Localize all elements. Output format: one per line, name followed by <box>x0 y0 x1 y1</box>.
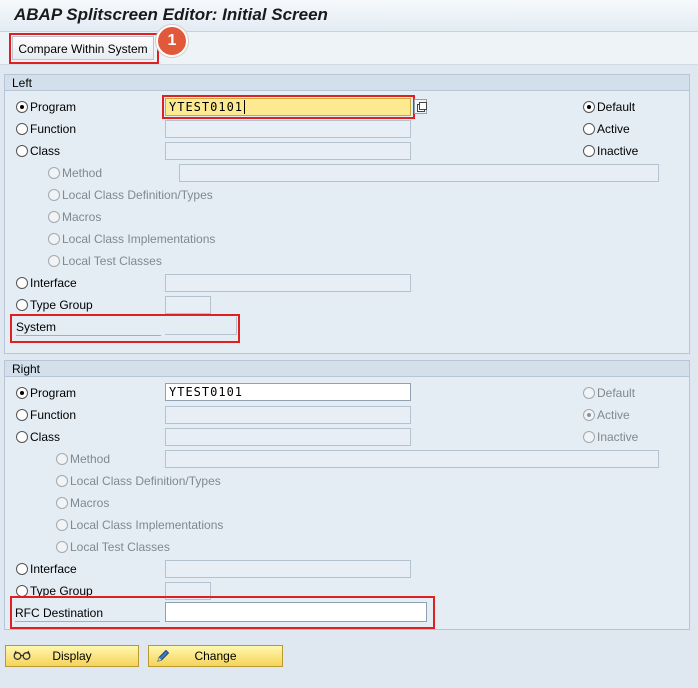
pencil-icon <box>156 649 170 666</box>
left-function-input[interactable] <box>165 120 411 138</box>
right-default-radio[interactable] <box>583 387 595 399</box>
left-interface-radio[interactable] <box>16 277 28 289</box>
left-method-input[interactable] <box>179 164 659 182</box>
left-group: Left Program YTEST0101 Default Active In… <box>4 74 690 354</box>
right-interface-input[interactable] <box>165 560 411 578</box>
left-local-def-label: Local Class Definition/Types <box>62 188 213 202</box>
right-program-label: Program <box>30 386 77 400</box>
left-inactive-label: Inactive <box>597 144 639 158</box>
right-program-input[interactable]: YTEST0101 <box>165 383 411 401</box>
right-local-impl-label: Local Class Implementations <box>70 518 224 532</box>
left-macros-radio[interactable] <box>48 211 60 223</box>
glasses-icon <box>13 649 31 664</box>
right-default-label: Default <box>597 386 636 400</box>
right-macros-label: Macros <box>70 496 110 510</box>
right-macros-radio[interactable] <box>56 497 68 509</box>
left-method-label: Method <box>62 166 103 180</box>
left-group-heading: Left <box>5 75 689 91</box>
right-local-def-label: Local Class Definition/Types <box>70 474 221 488</box>
page-title: ABAP Splitscreen Editor: Initial Screen <box>14 5 328 24</box>
right-function-label: Function <box>30 408 77 422</box>
left-macros-label: Macros <box>62 210 102 224</box>
left-program-label: Program <box>30 100 77 114</box>
left-default-label: Default <box>597 100 636 114</box>
left-type-group-label: Type Group <box>30 298 93 312</box>
compare-button-highlight <box>9 33 159 64</box>
display-button[interactable]: Display <box>5 645 139 667</box>
left-active-radio[interactable] <box>583 123 595 135</box>
left-local-impl-radio[interactable] <box>48 233 60 245</box>
right-class-radio[interactable] <box>16 431 28 443</box>
right-local-test-label: Local Test Classes <box>70 540 170 554</box>
left-active-label: Active <box>597 122 630 136</box>
left-local-test-radio[interactable] <box>48 255 60 267</box>
right-method-label: Method <box>70 452 111 466</box>
right-method-input[interactable] <box>165 450 659 468</box>
right-active-label: Active <box>597 408 630 422</box>
system-highlight <box>10 314 240 343</box>
right-inactive-label: Inactive <box>597 430 639 444</box>
value-help-icon[interactable] <box>414 99 427 114</box>
right-class-input[interactable] <box>165 428 411 446</box>
change-button-label: Change <box>194 649 237 663</box>
left-local-test-label: Local Test Classes <box>62 254 162 268</box>
right-group: Right Program YTEST0101 Default Active I… <box>4 360 690 630</box>
left-inactive-radio[interactable] <box>583 145 595 157</box>
left-function-radio[interactable] <box>16 123 28 135</box>
right-interface-radio[interactable] <box>16 563 28 575</box>
right-function-radio[interactable] <box>16 409 28 421</box>
right-inactive-radio[interactable] <box>583 431 595 443</box>
right-class-label: Class <box>30 430 61 444</box>
left-class-input[interactable] <box>165 142 411 160</box>
left-method-radio[interactable] <box>48 167 60 179</box>
rfc-destination-highlight <box>10 596 435 629</box>
right-group-heading: Right <box>5 361 689 377</box>
left-program-radio[interactable] <box>16 101 28 113</box>
right-local-impl-radio[interactable] <box>56 519 68 531</box>
left-default-radio[interactable] <box>583 101 595 113</box>
left-interface-input[interactable] <box>165 274 411 292</box>
title-bar: ABAP Splitscreen Editor: Initial Screen <box>0 0 698 32</box>
left-local-def-radio[interactable] <box>48 189 60 201</box>
left-function-label: Function <box>30 122 77 136</box>
left-program-highlight <box>162 95 415 119</box>
right-active-radio[interactable] <box>583 409 595 421</box>
right-local-def-radio[interactable] <box>56 475 68 487</box>
right-program-radio[interactable] <box>16 387 28 399</box>
left-class-radio[interactable] <box>16 145 28 157</box>
right-function-input[interactable] <box>165 406 411 424</box>
left-class-label: Class <box>30 144 61 158</box>
left-type-group-radio[interactable] <box>16 299 28 311</box>
change-button[interactable]: Change <box>148 645 283 667</box>
right-interface-label: Interface <box>30 562 77 576</box>
right-local-test-radio[interactable] <box>56 541 68 553</box>
left-type-group-input[interactable] <box>165 296 211 314</box>
left-local-impl-label: Local Class Implementations <box>62 232 216 246</box>
display-button-label: Display <box>52 649 92 663</box>
step-marker: 1 <box>156 25 188 57</box>
right-method-radio[interactable] <box>56 453 68 465</box>
left-interface-label: Interface <box>30 276 77 290</box>
